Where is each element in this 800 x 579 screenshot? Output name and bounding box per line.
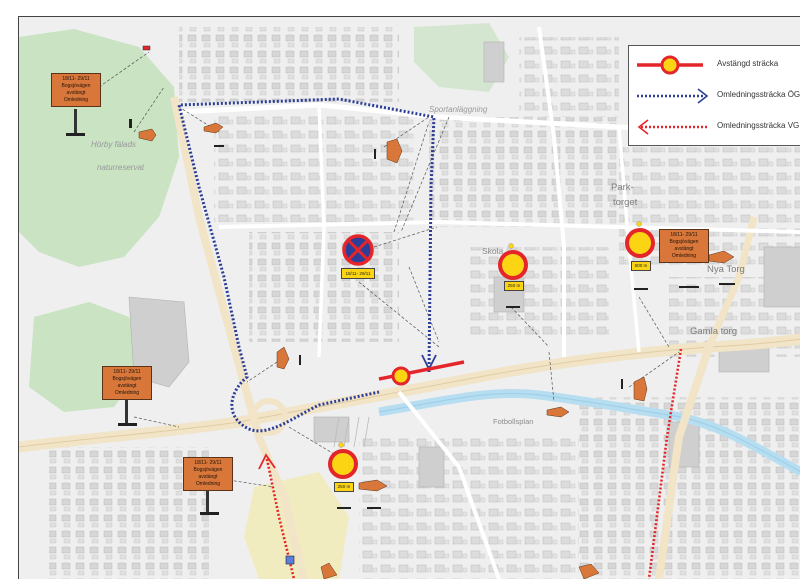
sign-detour: Omledning [195, 481, 221, 487]
sign-detour: Omledning [63, 97, 89, 103]
sign-foot [66, 133, 85, 136]
sign-date: 18/11- 29/11 [670, 232, 698, 238]
legend-label: Omledningssträcka ÖG [717, 90, 800, 99]
place-label-nya-torg: Nya Torg [707, 264, 745, 275]
sign-foot [200, 512, 219, 515]
legend-item-detour-vg: Omledningssträcka VG [629, 116, 800, 140]
place-label-torget: torget [613, 197, 638, 208]
info-sign-southwest[interactable]: 18/11- 29/11 Bogsjövägen avstängt Omledn… [183, 457, 233, 491]
place-label-sportanlaggning: Sportanläggning [429, 105, 488, 114]
map-legend: Avstängd sträcka Omledningssträcka ÖG Om… [628, 45, 800, 146]
sign-road: Bogsjövägen [669, 239, 699, 245]
distance-tag-park: 500 m [631, 261, 651, 271]
closed-stretch-marker[interactable] [391, 366, 411, 386]
place-label-gamla-torg: Gamla torg [690, 326, 737, 337]
sign-detour: Omledning [114, 390, 140, 396]
road-barrier-icon [142, 45, 151, 51]
place-label-horby-falads: Hörby fälads [91, 140, 136, 149]
detour-og-legend-icon [637, 88, 709, 104]
place-label-skola: Skola [482, 246, 504, 256]
sign-road: Bogsjövägen [193, 467, 223, 473]
detour-vg-legend-icon [637, 119, 709, 135]
sign-status: avstängt [117, 383, 137, 389]
sign-road: Bogsjövägen [112, 376, 142, 382]
place-label-fotbollsplan: Fotbollsplan [493, 417, 534, 426]
sign-status: avstängt [66, 90, 86, 96]
distance-tag-bottom: 250 m [334, 482, 354, 492]
info-sign-east[interactable]: 18/11- 29/11 Bogsjövägen avstängt Omledn… [659, 229, 709, 263]
location-marker-icon [285, 555, 295, 565]
info-sign-northwest[interactable]: 18/11- 29/11 Bogsjövägen avstängt Omledn… [51, 73, 101, 107]
sign-status: avstängt [198, 474, 218, 480]
sign-road: Bogsjövägen [61, 83, 91, 89]
info-sign-west[interactable]: 18/11- 29/11 Bogsjövägen avstängt Omledn… [102, 366, 152, 400]
sign-post [74, 109, 77, 133]
sign-date: 18/11- 29/11 [62, 76, 90, 82]
legend-label: Omledningssträcka VG [717, 121, 800, 130]
sign-date: 18/11- 29/11 [194, 460, 222, 466]
sign-detour: Omledning [671, 253, 697, 259]
sign-date: 18/11- 29/11 [113, 369, 141, 375]
sign-foot [118, 423, 137, 426]
no-parking-date-tag: 18/11- 29/11 [341, 268, 375, 279]
map-frame: Hörby fälads naturreservat Sportanläggni… [18, 16, 800, 579]
legend-label: Avstängd sträcka [717, 59, 779, 68]
place-label-park: Park- [611, 182, 634, 193]
no-parking-sign[interactable] [342, 234, 374, 266]
sign-status: avstängt [674, 246, 694, 252]
place-label-naturreservat: naturreservat [97, 163, 145, 172]
sign-post [125, 400, 128, 424]
legend-item-detour-og: Omledningssträcka ÖG [629, 85, 800, 109]
distance-tag-skola: 250 m [504, 281, 524, 291]
sign-post [206, 491, 209, 512]
closed-stretch-legend-icon [637, 55, 703, 75]
legend-item-closed-stretch: Avstängd sträcka [629, 54, 800, 78]
